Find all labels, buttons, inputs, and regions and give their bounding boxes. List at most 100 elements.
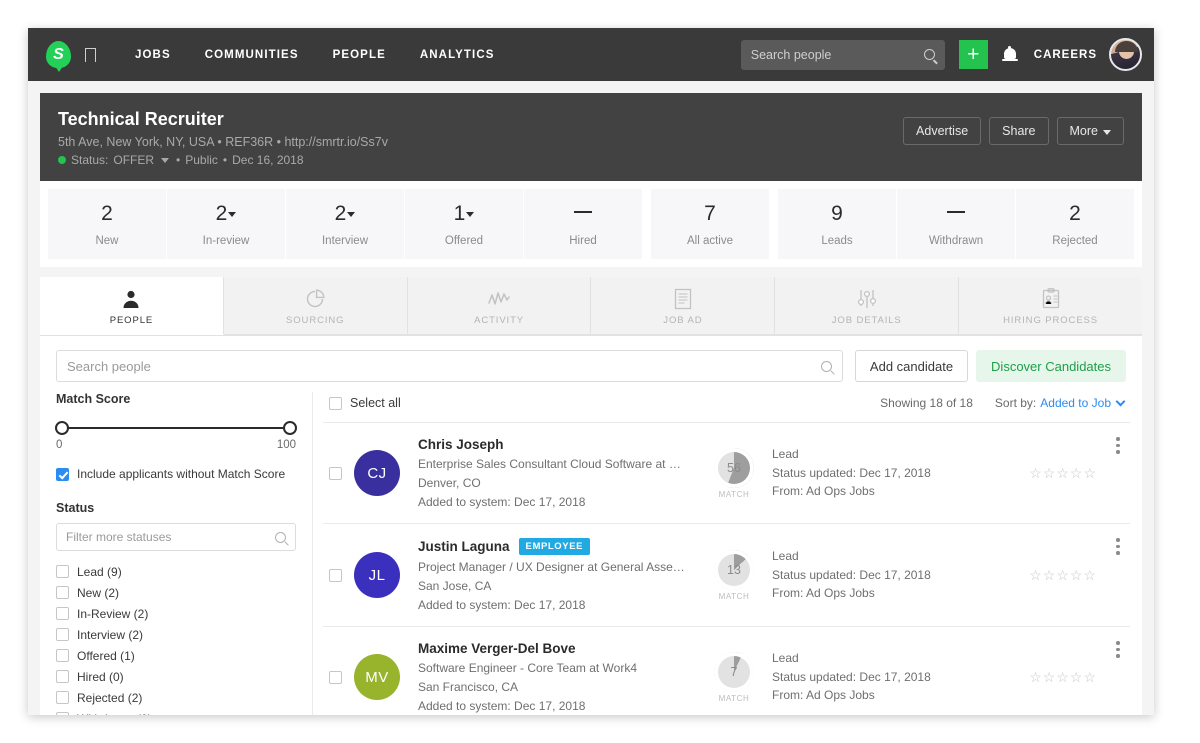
chevron-down-icon[interactable] — [161, 158, 169, 163]
star-icon[interactable]: ☆ — [1029, 669, 1042, 686]
select-all-checkbox[interactable] — [329, 397, 342, 410]
more-options-icon[interactable] — [1116, 538, 1120, 555]
star-icon[interactable]: ☆ — [1029, 567, 1042, 584]
stat-in-review[interactable]: 2In-review — [167, 189, 286, 259]
tab-people[interactable]: PEOPLE — [40, 277, 224, 335]
status-filter-box[interactable] — [56, 523, 296, 551]
candidate-location: Denver, CO — [418, 476, 686, 490]
status-badge[interactable]: OFFER — [113, 153, 154, 167]
people-search-box[interactable] — [56, 350, 843, 382]
candidate-select-checkbox[interactable] — [329, 569, 342, 582]
candidate-name[interactable]: Maxime Verger-Del Bove — [418, 641, 686, 656]
star-icon[interactable]: ☆ — [1056, 567, 1069, 584]
global-search-input[interactable] — [751, 48, 924, 62]
nav-item-analytics[interactable]: ANALYTICS — [403, 49, 512, 61]
stat-offered[interactable]: 1Offered — [405, 189, 524, 259]
status-filter-item[interactable]: Lead (9) — [56, 561, 296, 582]
status-filter-checkbox[interactable] — [56, 565, 69, 578]
star-icon[interactable]: ☆ — [1056, 465, 1069, 482]
stat-leads[interactable]: 9Leads — [778, 189, 897, 259]
slider-handle-max[interactable] — [283, 421, 297, 435]
status-filter-item[interactable]: Hired (0) — [56, 666, 296, 687]
star-icon[interactable]: ☆ — [1083, 465, 1096, 482]
candidate-row[interactable]: JLJustin LagunaEMPLOYEEProject Manager /… — [323, 524, 1130, 627]
star-icon[interactable]: ☆ — [1029, 465, 1042, 482]
tab-hiring-process[interactable]: HIRING PROCESS — [959, 277, 1142, 335]
stat-all-active[interactable]: 7All active — [651, 189, 770, 259]
add-candidate-button[interactable]: Add candidate — [855, 350, 968, 382]
status-filter-checkbox[interactable] — [56, 628, 69, 641]
stat-interview[interactable]: 2Interview — [286, 189, 405, 259]
avatar[interactable] — [1109, 38, 1142, 71]
sort-by-value[interactable]: Added to Job — [1040, 396, 1111, 410]
status-filter-input[interactable] — [66, 530, 275, 544]
chevron-down-icon[interactable] — [347, 212, 355, 217]
candidate-row[interactable]: MVMaxime Verger-Del BoveSoftware Enginee… — [323, 627, 1130, 715]
nav-item-communities[interactable]: COMMUNITIES — [188, 49, 316, 61]
status-filter-checkbox[interactable] — [56, 586, 69, 599]
stat-rejected[interactable]: 2Rejected — [1016, 189, 1134, 259]
star-icon[interactable]: ☆ — [1070, 669, 1083, 686]
star-icon[interactable]: ☆ — [1083, 567, 1096, 584]
stat-value — [901, 203, 1011, 224]
star-icon[interactable]: ☆ — [1043, 567, 1056, 584]
status-filter-checkbox[interactable] — [56, 649, 69, 662]
stat-withdrawn[interactable]: Withdrawn — [897, 189, 1016, 259]
share-button[interactable]: Share — [989, 117, 1048, 145]
status-filter-checkbox[interactable] — [56, 607, 69, 620]
smartrecruiters-logo-icon[interactable]: S — [46, 41, 71, 68]
careers-link[interactable]: CAREERS — [1034, 49, 1097, 61]
status-filter-item[interactable]: Withdrawn (0) — [56, 708, 296, 715]
candidate-name[interactable]: Chris Joseph — [418, 437, 686, 452]
candidate-select-checkbox[interactable] — [329, 467, 342, 480]
rating-stars[interactable]: ☆☆☆☆☆ — [1029, 465, 1096, 482]
star-icon[interactable]: ☆ — [1070, 567, 1083, 584]
advertise-button[interactable]: Advertise — [903, 117, 981, 145]
tab-job-ad[interactable]: JOB AD — [591, 277, 775, 335]
more-button[interactable]: More — [1057, 117, 1124, 145]
bookmark-icon[interactable] — [85, 48, 96, 62]
tab-job-details[interactable]: JOB DETAILS — [775, 277, 959, 335]
chevron-down-icon[interactable] — [1116, 397, 1126, 407]
tab-activity[interactable]: ACTIVITY — [408, 277, 592, 335]
more-options-icon[interactable] — [1116, 437, 1120, 454]
status-filter-checkbox[interactable] — [56, 670, 69, 683]
search-input[interactable] — [67, 359, 821, 374]
discover-candidates-button[interactable]: Discover Candidates — [976, 350, 1126, 382]
tab-sourcing[interactable]: SOURCING — [224, 277, 408, 335]
star-icon[interactable]: ☆ — [1043, 465, 1056, 482]
status-filter-item[interactable]: Offered (1) — [56, 645, 296, 666]
star-icon[interactable]: ☆ — [1070, 465, 1083, 482]
status-filter-item[interactable]: In-Review (2) — [56, 603, 296, 624]
rating-stars[interactable]: ☆☆☆☆☆ — [1029, 567, 1096, 584]
nav-item-people[interactable]: PEOPLE — [316, 49, 403, 61]
star-icon[interactable]: ☆ — [1056, 669, 1069, 686]
status-filter-item[interactable]: New (2) — [56, 582, 296, 603]
stat-new[interactable]: 2New — [48, 189, 167, 259]
notifications-bell-icon[interactable] — [1004, 48, 1018, 62]
slider-handle-min[interactable] — [55, 421, 69, 435]
more-options-icon[interactable] — [1116, 641, 1120, 658]
include-no-match-checkbox[interactable] — [56, 468, 69, 481]
page-title: Technical Recruiter — [58, 109, 388, 130]
match-score-slider[interactable] — [62, 420, 290, 436]
sort-by-control[interactable]: Sort by: Added to Job — [995, 396, 1124, 410]
include-no-match-row[interactable]: Include applicants without Match Score — [56, 467, 296, 481]
status-filter-item[interactable]: Rejected (2) — [56, 687, 296, 708]
candidate-row[interactable]: CJChris JosephEnterprise Sales Consultan… — [323, 423, 1130, 524]
add-new-button[interactable]: + — [959, 40, 988, 69]
status-filter-checkbox[interactable] — [56, 712, 69, 715]
candidate-name[interactable]: Justin LagunaEMPLOYEE — [418, 538, 686, 555]
stat-hired[interactable]: Hired — [524, 189, 643, 259]
nav-item-jobs[interactable]: JOBS — [118, 49, 188, 61]
candidate-select-checkbox[interactable] — [329, 671, 342, 684]
global-search-box[interactable] — [741, 40, 945, 70]
star-icon[interactable]: ☆ — [1083, 669, 1096, 686]
star-icon[interactable]: ☆ — [1043, 669, 1056, 686]
status-filter-item[interactable]: Interview (2) — [56, 624, 296, 645]
chevron-down-icon[interactable] — [466, 212, 474, 217]
status-filter-checkbox[interactable] — [56, 691, 69, 704]
chevron-down-icon[interactable] — [228, 212, 236, 217]
rating-stars[interactable]: ☆☆☆☆☆ — [1029, 669, 1096, 686]
candidate-name-text: Maxime Verger-Del Bove — [418, 641, 576, 656]
